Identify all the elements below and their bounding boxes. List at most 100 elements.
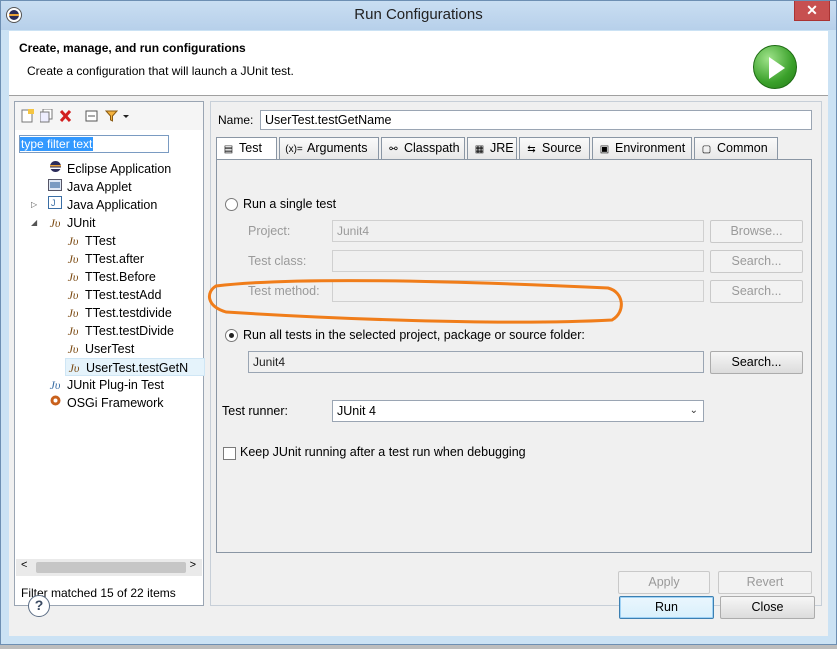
- tab-test[interactable]: ▤ Test: [216, 137, 277, 160]
- revert-button[interactable]: Revert: [718, 571, 812, 594]
- tree-item-label: TTest.testdivide: [85, 306, 172, 320]
- horizontal-scrollbar[interactable]: < >: [16, 559, 202, 576]
- junit-icon: Jυ: [67, 342, 79, 356]
- applet-icon: [47, 179, 63, 197]
- source-tab-icon: ⇆: [527, 144, 536, 155]
- scroll-right-icon[interactable]: >: [190, 559, 196, 571]
- dialog-client-area: Create, manage, and run configurations C…: [9, 31, 828, 636]
- tree-item-label: JUnit Plug-in Test: [67, 378, 165, 392]
- test-tab-icon: ▤: [223, 144, 234, 155]
- keep-junit-running-label: Keep JUnit running after a test run when…: [240, 445, 526, 459]
- configuration-editor: Name: UserTest.testGetName ▤ Test (x)= Arg…: [210, 101, 822, 606]
- test-runner-select[interactable]: JUnit 4 ⌄: [332, 400, 704, 422]
- tree-item[interactable]: Jυ TTest.testDivide: [65, 322, 174, 340]
- tree-item[interactable]: Jυ TTest: [65, 232, 116, 250]
- tree-item-label: UserTest: [85, 342, 135, 356]
- tree-item[interactable]: Java Applet: [47, 178, 132, 196]
- tree-item[interactable]: Eclipse Application: [47, 160, 171, 178]
- tree-item-label: OSGi Framework: [67, 396, 164, 410]
- tab-source[interactable]: ⇆ Source: [519, 137, 590, 159]
- junit-icon: Jυ: [67, 288, 79, 302]
- scroll-thumb[interactable]: [36, 562, 186, 573]
- collapse-all-icon[interactable]: [85, 109, 98, 123]
- name-field[interactable]: UserTest.testGetName: [260, 110, 812, 130]
- tree-item[interactable]: Jυ TTest.testdivide: [65, 304, 172, 322]
- project-field[interactable]: Junit4: [332, 220, 704, 242]
- tree-item-label: JUnit: [67, 216, 96, 230]
- junit-icon: Jυ: [67, 324, 79, 338]
- run-all-container-field[interactable]: Junit4: [248, 351, 704, 373]
- tree-item[interactable]: Jυ JUnit Plug-in Test: [47, 376, 164, 394]
- run-button[interactable]: Run: [619, 596, 714, 619]
- tree-item-label: Java Application: [67, 198, 158, 212]
- run-banner-icon: [753, 45, 797, 89]
- close-window-button[interactable]: ✕: [794, 1, 830, 21]
- test-method-label: Test method:: [248, 284, 320, 298]
- tree-item-label: Eclipse Application: [67, 162, 172, 176]
- new-config-icon[interactable]: [21, 109, 34, 123]
- test-tab-panel: Run a single test Project: Junit4 Browse…: [216, 159, 812, 553]
- java-app-icon: J: [47, 196, 63, 215]
- close-button[interactable]: Close: [720, 596, 815, 619]
- chevron-down-icon[interactable]: [122, 109, 130, 123]
- title-bar[interactable]: Run Configurations ✕: [1, 1, 836, 30]
- container-search-button[interactable]: Search...: [710, 351, 803, 374]
- dialog-header: Create, manage, and run configurations C…: [9, 31, 828, 96]
- header-title: Create, manage, and run configurations: [19, 41, 246, 55]
- filter-input[interactable]: type filter text: [19, 135, 169, 153]
- keep-junit-running-checkbox[interactable]: [223, 447, 236, 460]
- tab-jre[interactable]: ▦ JRE: [467, 137, 517, 159]
- tree-item[interactable]: Jυ TTest.after: [65, 250, 144, 268]
- configuration-list-panel: type filter text Eclipse Application Java…: [14, 101, 205, 606]
- tree-item[interactable]: OSGi Framework: [47, 394, 164, 412]
- test-method-search-button[interactable]: Search...: [710, 280, 803, 303]
- tree-item[interactable]: Jυ UserTest.testGetN: [65, 358, 205, 376]
- test-class-field[interactable]: [332, 250, 704, 272]
- tree-item[interactable]: Jυ TTest.Before: [65, 268, 156, 286]
- tab-environment[interactable]: ▣ Environment: [592, 137, 692, 159]
- test-runner-label: Test runner:: [222, 404, 289, 418]
- run-all-tests-label: Run all tests in the selected project, p…: [243, 328, 585, 342]
- duplicate-config-icon[interactable]: [40, 109, 53, 123]
- svg-text:J: J: [51, 198, 56, 208]
- filter-icon[interactable]: [105, 109, 118, 123]
- window-title: Run Configurations: [354, 6, 483, 23]
- junit-icon: Jυ: [67, 234, 79, 248]
- tree-item[interactable]: ▷ J Java Application: [31, 196, 158, 215]
- expand-icon[interactable]: ▷: [31, 196, 37, 214]
- test-class-label: Test class:: [248, 254, 307, 268]
- tree-item-label: TTest.testAdd: [85, 288, 162, 302]
- run-single-test-label: Run a single test: [243, 197, 337, 211]
- junit-icon: Jυ: [67, 306, 79, 320]
- test-method-field[interactable]: [332, 280, 704, 302]
- jre-tab-icon: ▦: [474, 144, 485, 155]
- arguments-tab-icon: (x)=: [285, 144, 303, 155]
- tree-item-label: TTest.testDivide: [85, 324, 174, 338]
- delete-config-icon[interactable]: [59, 109, 72, 123]
- tree-item[interactable]: ◢ Jυ JUnit: [31, 214, 96, 232]
- chevron-down-icon: ⌄: [689, 405, 698, 416]
- tree-item-label: UserTest.testGetN: [86, 361, 189, 375]
- classpath-tab-icon: ⚯: [389, 144, 398, 155]
- common-tab-icon: ▢: [701, 144, 712, 155]
- project-label: Project:: [248, 224, 291, 238]
- run-single-test-radio[interactable]: [225, 198, 238, 211]
- tree-item[interactable]: Jυ UserTest: [65, 340, 135, 358]
- tree-item[interactable]: Jυ TTest.testAdd: [65, 286, 162, 304]
- browse-button[interactable]: Browse...: [710, 220, 803, 243]
- tab-arguments[interactable]: (x)= Arguments: [279, 137, 379, 159]
- tab-common[interactable]: ▢ Common: [694, 137, 778, 159]
- tab-classpath[interactable]: ⚯ Classpath: [381, 137, 465, 159]
- help-icon[interactable]: ?: [28, 595, 50, 617]
- test-class-search-button[interactable]: Search...: [710, 250, 803, 273]
- collapse-icon[interactable]: ◢: [31, 214, 37, 232]
- tree-item-label: TTest: [85, 234, 116, 248]
- config-toolbar: [15, 102, 203, 130]
- scroll-left-icon[interactable]: <: [21, 559, 27, 571]
- apply-button[interactable]: Apply: [618, 571, 710, 594]
- junit-icon: Jυ: [67, 270, 79, 284]
- junit-icon: Jυ: [49, 216, 61, 230]
- eclipse-icon: [47, 160, 63, 179]
- junit-icon: Jυ: [67, 252, 79, 266]
- run-all-tests-radio[interactable]: [225, 329, 238, 342]
